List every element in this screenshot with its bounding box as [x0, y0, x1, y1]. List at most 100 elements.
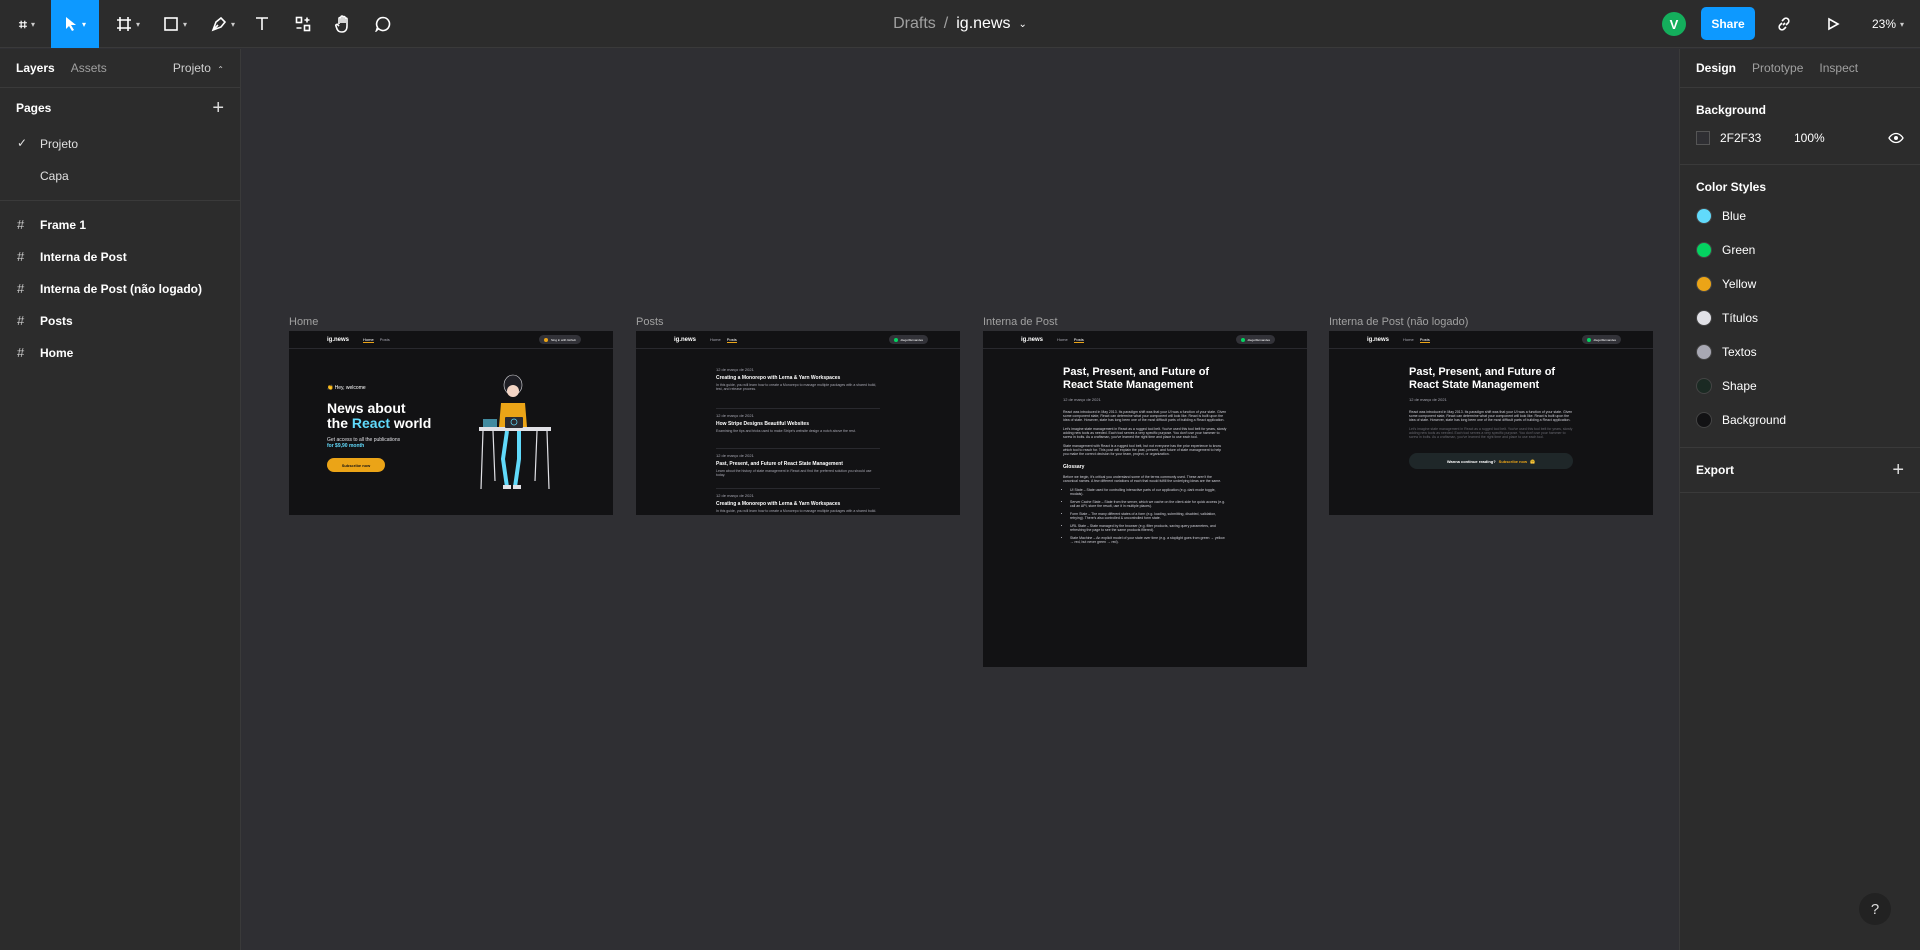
resources-button[interactable] [292, 0, 314, 48]
pages-header: Pages + [0, 88, 240, 128]
headline-part: world [390, 415, 432, 431]
eye-icon[interactable] [1888, 130, 1904, 146]
color-style-label: Background [1722, 413, 1787, 427]
frame-interna-nao-logado[interactable]: ig.news Home Posts diego3fernandes Past,… [1329, 331, 1653, 515]
frame-label-home[interactable]: Home [289, 316, 318, 328]
frame-label-interna-de-post[interactable]: Interna de Post [983, 316, 1058, 328]
color-dot [1696, 276, 1712, 292]
post-preview: Past, Present, and Future of React State… [1409, 366, 1573, 469]
frame-header: ig.news Home Posts diego3fernandes [636, 331, 960, 349]
color-dot [1696, 412, 1712, 428]
chevron-down-icon[interactable]: ⌄ [1018, 19, 1026, 30]
page-item-capa[interactable]: Capa [0, 160, 240, 192]
help-button[interactable]: ? [1859, 893, 1891, 925]
post-paragraph: State management with React is a rugged … [1063, 444, 1222, 456]
play-icon [1828, 17, 1840, 31]
color-dot [1696, 310, 1712, 326]
post-paragraph: React was introduced in May 2013. Its pa… [1063, 410, 1227, 422]
color-style-textos[interactable]: Textos [1696, 335, 1904, 369]
frame-label-posts[interactable]: Posts [636, 316, 664, 328]
frame-user-label: diego3fernandes [1593, 337, 1616, 342]
avatar[interactable]: V [1662, 12, 1686, 36]
frame-logo: ig.news [1367, 336, 1390, 343]
color-style-label: Textos [1722, 345, 1757, 359]
color-dot [1696, 208, 1712, 224]
frame-posts[interactable]: ig.news Home Posts diego3fernandes 12 de… [636, 331, 960, 515]
frame-logo: ig.news [1021, 336, 1044, 343]
layer-item-posts[interactable]: # Posts [0, 305, 240, 337]
add-page-icon[interactable]: + [212, 98, 224, 118]
color-style-yellow[interactable]: Yellow [1696, 267, 1904, 301]
post-article-date: 12 de março de 2021 [1063, 397, 1101, 402]
frame-interna-de-post[interactable]: ig.news Home Posts diego3fernandes Past,… [983, 331, 1307, 667]
hug-emoji-icon: 🤗 [1530, 458, 1536, 464]
color-dot [1696, 344, 1712, 360]
text-tool-button[interactable] [252, 0, 272, 48]
comment-tool-button[interactable] [372, 0, 394, 48]
home-headline-1: News about [327, 400, 406, 416]
tab-prototype[interactable]: Prototype [1752, 61, 1803, 75]
frame-signin-pill: Sing in with Github [538, 335, 581, 344]
post-glossary-intro: Before we begin, it's critical you under… [1063, 475, 1222, 483]
background-swatch[interactable] [1696, 131, 1710, 145]
color-style-shape[interactable]: Shape [1696, 369, 1904, 403]
check-icon: ✓ [17, 136, 28, 150]
post-date: 12 de março de 2021 [716, 493, 754, 498]
hand-tool-button[interactable] [332, 0, 354, 48]
background-hex[interactable]: 2F2F33 [1720, 131, 1794, 145]
page-dropdown[interactable]: Projeto ⌃ [173, 61, 224, 75]
post-item: 12 de março de 2021 Creating a Monorepo … [716, 367, 880, 409]
move-tool-button[interactable]: ▾ [51, 0, 99, 48]
share-button[interactable]: Share [1701, 7, 1755, 40]
frame-header: ig.news Home Posts diego3fernandes [1329, 331, 1653, 349]
frame-nav-posts: Posts [379, 337, 390, 342]
frame-nav-posts: Posts [1073, 336, 1084, 343]
frame-nav-posts: Posts [1419, 336, 1430, 343]
add-export-icon[interactable]: + [1892, 460, 1904, 480]
tab-design[interactable]: Design [1696, 61, 1736, 75]
shape-tool-button[interactable]: ▾ [157, 0, 193, 48]
tab-assets[interactable]: Assets [71, 61, 107, 75]
pen-tool-button[interactable]: ▾ [205, 0, 241, 48]
layer-item-interna-de-post[interactable]: # Interna de Post [0, 241, 240, 273]
copy-link-button[interactable] [1774, 0, 1794, 48]
file-name[interactable]: ig.news [956, 15, 1010, 33]
layer-item-interna-de-post-nao-logado[interactable]: # Interna de Post (não logado) [0, 273, 240, 305]
breadcrumb-drafts[interactable]: Drafts [893, 15, 936, 33]
home-sub-2: for $9,90 month [327, 443, 365, 449]
tab-layers[interactable]: Layers [16, 61, 55, 75]
color-style-green[interactable]: Green [1696, 233, 1904, 267]
right-panel: Design Prototype Inspect Background 2F2F… [1679, 49, 1920, 950]
background-opacity[interactable]: 100% [1794, 131, 1825, 145]
page-item-label: Capa [40, 169, 69, 183]
color-style-blue[interactable]: Blue [1696, 199, 1904, 233]
frame-tool-button[interactable]: ▾ [110, 0, 146, 48]
text-t-icon [256, 17, 268, 30]
continue-reading-label: Wanna continue reading? [1446, 458, 1496, 464]
color-style-background[interactable]: Background [1696, 403, 1904, 437]
frame-signin-label: Sing in with Github [550, 337, 576, 342]
page-item-projeto[interactable]: ✓ Projeto [0, 128, 240, 160]
glossary-item: URL State – State managed by the browser… [1070, 524, 1227, 532]
tab-inspect[interactable]: Inspect [1819, 61, 1858, 75]
frame-home[interactable]: ig.news Home Posts Sing in with Github 👏… [289, 331, 613, 515]
post-paragraph: Let's imagine state management in React … [1063, 427, 1227, 439]
post-date: 12 de março de 2021 [716, 453, 754, 458]
frame-hash-icon: # [17, 313, 25, 328]
frame-hash-icon: # [17, 281, 25, 296]
zoom-dropdown[interactable]: 23% ▾ [1872, 0, 1904, 48]
export-section: Export + [1680, 448, 1920, 492]
color-style-titulos[interactable]: Títulos [1696, 301, 1904, 335]
present-button[interactable] [1823, 0, 1843, 48]
frame-label-interna-nao-logado[interactable]: Interna de Post (não logado) [1329, 316, 1468, 328]
color-styles-title: Color Styles [1696, 180, 1767, 194]
comment-bubble-icon [375, 16, 391, 32]
background-fill-row[interactable]: 2F2F33 100% [1696, 122, 1904, 154]
post-paragraph-faded: Let's imagine state management in React … [1409, 427, 1573, 439]
layer-item-home[interactable]: # Home [0, 337, 240, 369]
main-menu-button[interactable]: ⌗ ▾ [10, 0, 44, 48]
layer-item-frame-1[interactable]: # Frame 1 [0, 209, 240, 241]
post-excerpt: Examining the tips and tricks used to ma… [716, 429, 856, 433]
zoom-value: 23% [1872, 17, 1897, 31]
frame-user-label: diego3fernandes [900, 337, 923, 342]
